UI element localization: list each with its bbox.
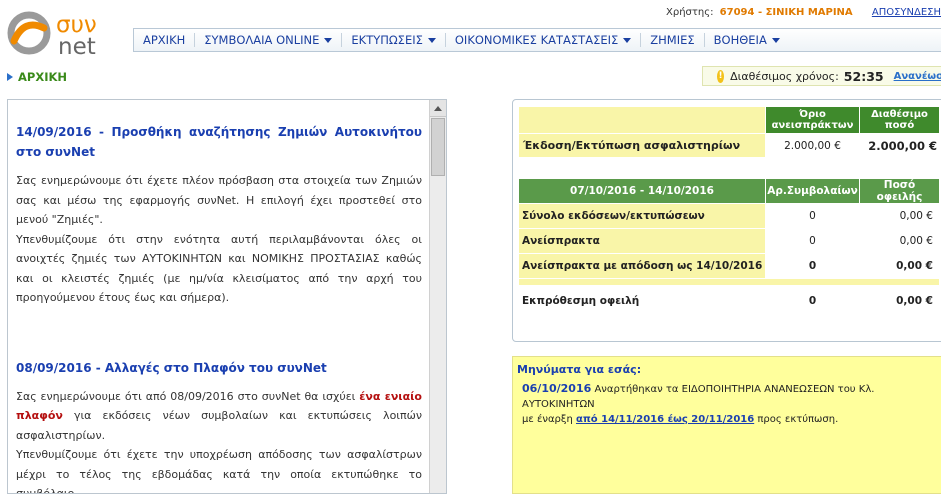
news-paragraph: Σας ενημερώνουμε ότι έχετε πλέον πρόσβασ… xyxy=(16,174,422,226)
row-label: Ανείσπρακτα xyxy=(518,228,766,254)
overdue-label: Εκπρόθεσμη οφειλή xyxy=(518,285,766,316)
news-scrollbar[interactable] xyxy=(429,100,446,493)
user-label: Χρήστης: xyxy=(666,7,714,18)
renew-session-link[interactable]: Ανανέωση xyxy=(894,71,941,82)
overdue-row: Εκπρόθεσμη οφειλή 0 0,00 € xyxy=(518,285,940,316)
row-amount: 0,00 € xyxy=(859,253,940,279)
news-list: 14/09/2016 - Προσθήκη αναζήτησης Ζημιών … xyxy=(16,122,422,494)
weekly-table: 07/10/2016 - 14/10/2016 Αρ.Συμβολαίων Πο… xyxy=(518,178,940,316)
message-date: 06/10/2016 xyxy=(522,382,592,395)
message-item: 06/10/2016 Αναρτήθηκαν τα ΕΙΔΟΠΟΙΗΤΗΡΙΑ … xyxy=(522,382,875,425)
row-count: 0 xyxy=(765,253,860,279)
news-panel[interactable]: 14/09/2016 - Προσθήκη αναζήτησης Ζημιών … xyxy=(7,99,447,494)
messages-title: Μηνύματα για εσάς: xyxy=(517,363,642,376)
chevron-down-icon xyxy=(623,37,632,43)
message-link[interactable]: από 14/11/2016 έως 20/11/2016 xyxy=(576,414,754,425)
news-paragraph: Σας ενημερώνουμε ότι από 08/09/2016 στο … xyxy=(16,389,422,442)
quota-table: Όριο ανεισπράκτων Διαθέσιμο ποσό Έκδοση/… xyxy=(518,106,940,158)
nav-item-claims[interactable]: ΖΗΜΙΕΣ xyxy=(641,33,705,47)
main-nav: ΑΡΧΙΚΗ ΣΥΜΒΟΛΑΙΑ ONLINE ΕΚΤΥΠΩΣΕΙΣ ΟΙΚΟΝ… xyxy=(133,28,941,52)
row-label: Σύνολο εκδόσεων/εκτυπώσεων xyxy=(518,203,766,229)
blank-cell xyxy=(518,106,766,134)
row-amount: 0,00 € xyxy=(859,228,940,254)
table-row: Σύνολο εκδόσεων/εκτυπώσεων 0 0,00 € xyxy=(518,203,940,229)
row-label: Ανείσπρακτα με απόδοση ως 14/10/2016 xyxy=(518,253,766,279)
session-time: 52:35 xyxy=(843,68,884,84)
overdue-count: 0 xyxy=(765,285,860,316)
scroll-up-icon[interactable] xyxy=(430,100,446,117)
news-title: 14/09/2016 - Προσθήκη αναζήτησης Ζημιών … xyxy=(16,125,422,159)
session-timer: ! Διαθέσιμος χρόνος: 52:35 Ανανέωση xyxy=(702,66,941,86)
breadcrumb-home[interactable]: ΑΡΧΙΚΗ xyxy=(18,70,67,84)
nav-item-prints[interactable]: ΕΚΤΥΠΩΣΕΙΣ xyxy=(342,33,446,47)
logo-mark-icon: συν net xyxy=(7,11,97,56)
nav-item-financial-statements[interactable]: ΟΙΚΟΝΟΜΙΚΕΣ ΚΑΤΑΣΤΑΣΕΙΣ xyxy=(446,33,642,47)
available-value: 2.000,00 € xyxy=(859,133,940,158)
nav-item-help[interactable]: ΒΟΗΘΕΙΑ xyxy=(705,33,789,47)
row-count: 0 xyxy=(765,228,860,254)
messages-panel: Μηνύματα για εσάς: 06/10/2016 Αναρτήθηκα… xyxy=(512,356,941,494)
row-amount: 0,00 € xyxy=(859,203,940,229)
col-header-count: Αρ.Συμβολαίων xyxy=(765,178,860,204)
scroll-thumb[interactable] xyxy=(431,118,445,176)
row-label-issue-print: Έκδοση/Εκτύπωση ασφαλιστηρίων xyxy=(518,133,766,158)
period-header: 07/10/2016 - 14/10/2016 xyxy=(518,178,766,204)
nav-item-home[interactable]: ΑΡΧΙΚΗ xyxy=(134,33,196,47)
news-title: 08/09/2016 - Αλλαγές στο Πλαφόν του συνN… xyxy=(16,360,327,375)
logout-link[interactable]: ΑΠΟΣΥΝΔΕΣΗ xyxy=(872,7,941,18)
user-info: Χρήστης: 67094 - ΣΙΝΙΚΗ ΜΑΡΙΝΑ ΑΠΟΣΥΝΔΕΣ… xyxy=(666,7,941,18)
breadcrumb: ΑΡΧΙΚΗ xyxy=(7,70,67,84)
news-paragraph: Υπενθυμίζουμε ότι έχετε την υποχρέωση απ… xyxy=(16,448,422,494)
synnet-logo[interactable]: συν net xyxy=(6,10,124,56)
session-label: Διαθέσιμος χρόνος: xyxy=(730,69,839,83)
col-header-limit: Όριο ανεισπράκτων xyxy=(765,106,860,134)
col-header-amount: Ποσό οφειλής xyxy=(859,178,940,204)
limit-value: 2.000,00 € xyxy=(765,133,860,158)
news-paragraph: Υπενθυμίζουμε ότι στην ενότητα αυτή περι… xyxy=(16,232,422,305)
overdue-amount: 0,00 € xyxy=(859,285,940,316)
logo-text-bottom: net xyxy=(58,34,96,56)
chevron-down-icon xyxy=(324,37,333,43)
row-count: 0 xyxy=(765,203,860,229)
arrow-right-icon xyxy=(7,73,13,81)
table-row: Ανείσπρακτα με απόδοση ως 14/10/2016 0 0… xyxy=(518,253,940,279)
user-name: 67094 - ΣΙΝΙΚΗ ΜΑΡΙΝΑ xyxy=(719,7,853,18)
nav-item-contracts-online[interactable]: ΣΥΜΒΟΛΑΙΑ ONLINE xyxy=(195,33,343,47)
chevron-down-icon xyxy=(427,37,436,43)
col-header-available: Διαθέσιμο ποσό xyxy=(859,106,940,134)
quota-panel: Όριο ανεισπράκτων Διαθέσιμο ποσό Έκδοση/… xyxy=(512,99,941,342)
table-row: Ανείσπρακτα 0 0,00 € xyxy=(518,228,940,254)
chevron-down-icon xyxy=(771,37,780,43)
info-icon: ! xyxy=(717,69,725,83)
